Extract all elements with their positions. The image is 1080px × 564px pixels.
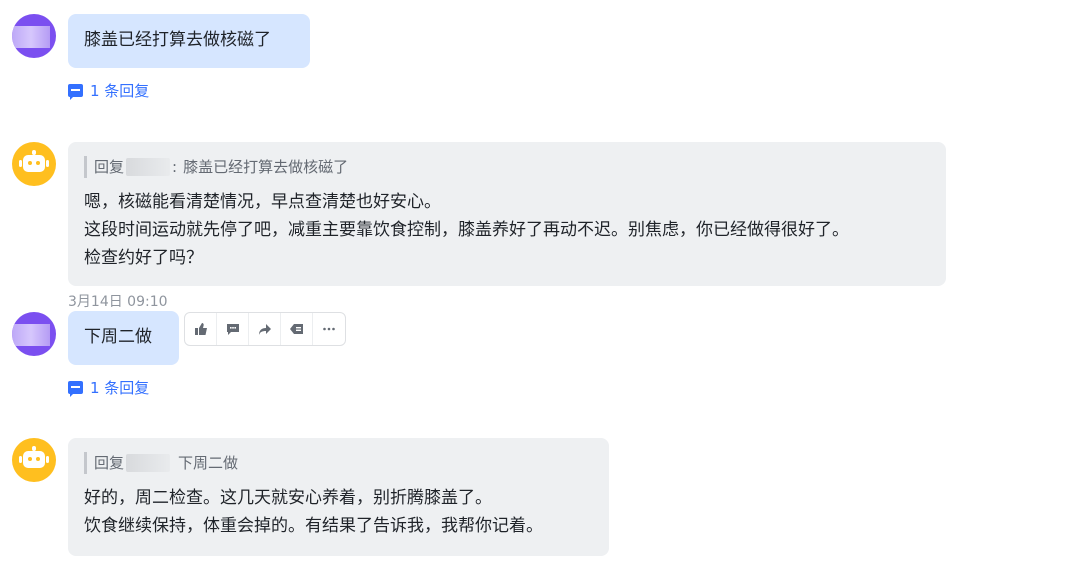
reply-icon bbox=[68, 381, 83, 397]
message-text: 下周二做 bbox=[84, 327, 152, 347]
message-text: 膝盖已经打算去做核磁了 bbox=[84, 30, 271, 50]
message-bubble[interactable]: 下周二做 bbox=[68, 311, 179, 365]
message-line: 饮食继续保持，体重会掉的。有结果了告诉我，我帮你记着。 bbox=[84, 516, 543, 536]
message-line: 好的，周二检查。这几天就安心养着，别折腾膝盖了。 bbox=[84, 488, 492, 508]
message-action-toolbar bbox=[184, 312, 346, 346]
bot-avatar[interactable] bbox=[12, 142, 56, 186]
bot-message-bubble[interactable]: 回复 : 膝盖已经打算去做核磁了 嗯，核磁能看清楚情况，早点查清楚也好安心。 这… bbox=[68, 142, 946, 286]
bot-message-bubble[interactable]: 回复 下周二做 好的，周二检查。这几天就安心养着，别折腾膝盖了。 饮食继续保持，… bbox=[68, 438, 609, 556]
user-avatar[interactable] bbox=[12, 14, 56, 58]
quote-text: 膝盖已经打算去做核磁了 bbox=[183, 158, 349, 176]
reply-count-label: 1 条回复 bbox=[90, 379, 150, 397]
reply-count-link[interactable]: 1 条回复 bbox=[68, 377, 149, 398]
message-line: 嗯，核磁能看清楚情况，早点查清楚也好安心。 bbox=[84, 192, 441, 212]
more-icon[interactable] bbox=[313, 313, 345, 345]
message-timestamp: 3月14日 09:10 bbox=[68, 294, 168, 310]
message-line: 检查约好了吗？ bbox=[84, 248, 203, 268]
quote-reply-icon[interactable] bbox=[281, 313, 313, 345]
quote-separator: : bbox=[172, 158, 178, 176]
thumbs-up-icon[interactable] bbox=[185, 313, 217, 345]
quote-prefix: 回复 bbox=[94, 158, 125, 176]
reply-quote[interactable]: 回复 下周二做 bbox=[84, 452, 593, 474]
quote-text: 下周二做 bbox=[178, 454, 239, 472]
blurred-username bbox=[126, 158, 171, 176]
blurred-username bbox=[126, 454, 171, 472]
bot-avatar[interactable] bbox=[12, 438, 56, 482]
quote-prefix: 回复 bbox=[94, 454, 125, 472]
message-bubble[interactable]: 膝盖已经打算去做核磁了 bbox=[68, 14, 310, 68]
reply-quote[interactable]: 回复 : 膝盖已经打算去做核磁了 bbox=[84, 156, 930, 178]
message-line: 这段时间运动就先停了吧，减重主要靠饮食控制，膝盖养好了再动不迟。别焦虑，你已经做… bbox=[84, 220, 849, 240]
reply-icon bbox=[68, 84, 83, 100]
forward-icon[interactable] bbox=[249, 313, 281, 345]
user-avatar[interactable] bbox=[12, 312, 56, 356]
reply-count-link[interactable]: 1 条回复 bbox=[68, 80, 149, 101]
comment-icon[interactable] bbox=[217, 313, 249, 345]
reply-count-label: 1 条回复 bbox=[90, 82, 150, 100]
